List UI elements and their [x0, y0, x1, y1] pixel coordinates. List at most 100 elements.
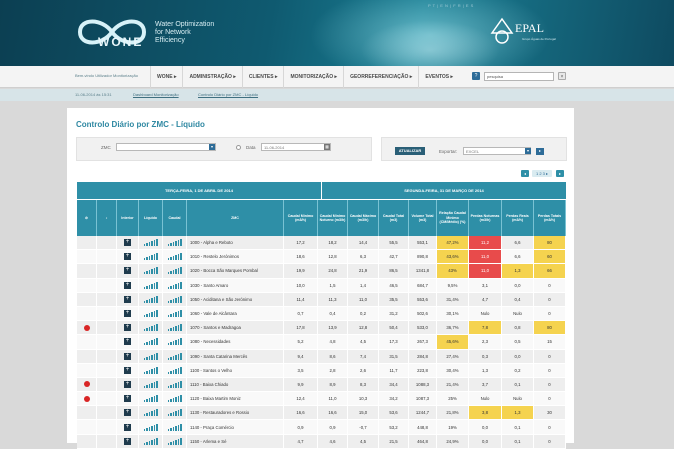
language-links[interactable]: P T | E N | F R | E S — [428, 3, 474, 8]
menu-eventos[interactable]: EVENTOS ▸ — [418, 66, 459, 88]
col-zmc[interactable]: ZMC — [187, 200, 284, 236]
bar-chart-icon[interactable] — [143, 366, 158, 374]
expand-plus-icon[interactable]: + — [124, 366, 131, 374]
bar-chart-icon[interactable] — [143, 380, 158, 388]
bar-chart-icon[interactable] — [167, 338, 182, 346]
table-row[interactable]: +1110 - Baixa Chiado 9,9 8,9 8,3 34,4 1088,3 2… — [77, 377, 566, 393]
date-radio[interactable] — [236, 145, 241, 150]
pager-pages[interactable]: 1 2 3 ▸ — [532, 170, 552, 177]
col-caudal-total[interactable]: Caudal Total (m3) — [379, 200, 409, 236]
bar-chart-icon[interactable] — [143, 295, 158, 303]
table-row[interactable]: +1030 - Santo Amaro 10,0 1,5 1,4 46,5 684,7 9,… — [77, 278, 566, 293]
zmc-name[interactable]: 1010 - Restelo Jerónimos — [187, 250, 284, 264]
zmc-name[interactable]: 1050 - Aciditana e São Jerónimo — [187, 292, 284, 306]
zmc-name[interactable]: 1090 - Santa Catarina Mercês — [187, 349, 284, 363]
date-input[interactable]: 11-06-2014 — [261, 143, 331, 151]
bar-chart-icon[interactable] — [167, 423, 182, 431]
bar-chart-icon[interactable] — [143, 324, 158, 332]
zmc-name[interactable]: 1020 - Bocca São Marques Pombal — [187, 264, 284, 278]
bar-chart-icon[interactable] — [167, 324, 182, 332]
bar-chart-icon[interactable] — [167, 395, 182, 403]
zmc-name[interactable]: 1070 - Santos e Madragoa — [187, 321, 284, 335]
bar-chart-icon[interactable] — [167, 352, 182, 360]
bar-chart-icon[interactable] — [167, 253, 182, 261]
col-perdas-totais[interactable]: Perdas Totais (m3/h) — [534, 200, 566, 236]
bar-chart-icon[interactable] — [167, 239, 182, 247]
help-icon[interactable]: ? — [472, 72, 480, 80]
table-row[interactable]: +1000 - Alpha e Reboto 17,2 18,2 14,4 55,5 55… — [77, 236, 566, 251]
col-caudal-maximo[interactable]: Caudal Máximo (m3/h) — [348, 200, 379, 236]
table-row[interactable]: +1130 - Restauradores e Rossio 16,6 16,6 15… — [77, 406, 566, 421]
expand-plus-icon[interactable]: + — [124, 295, 131, 303]
breadcrumb-dashboard[interactable]: Dashboard Monitorização — [133, 92, 179, 97]
expand-plus-icon[interactable]: + — [124, 338, 131, 346]
bar-chart-icon[interactable] — [143, 239, 158, 247]
table-row[interactable]: +1070 - Santos e Madragoa 17,8 13,9 12,8 50,… — [77, 321, 566, 336]
bar-chart-icon[interactable] — [143, 395, 158, 403]
expand-plus-icon[interactable]: + — [124, 352, 131, 360]
zmc-name[interactable]: 1100 - Santos o Velho — [187, 363, 284, 377]
menu-administracao[interactable]: ADMINISTRAÇÃO ▸ — [182, 66, 241, 88]
zmc-name[interactable]: 1000 - Alpha e Reboto — [187, 236, 284, 250]
table-row[interactable]: +1150 - Arlema e Sé 4,7 4,6 4,5 21,5 464,8 24,… — [77, 434, 566, 449]
zmc-name[interactable]: 1060 - Vale de Alcântara — [187, 306, 284, 321]
zmc-name[interactable]: 1120 - Baixa Martim Moniz — [187, 392, 284, 406]
table-row[interactable]: +1100 - Santos o Velho 3,5 2,8 2,6 11,7 223,8… — [77, 363, 566, 378]
expand-plus-icon[interactable]: + — [124, 437, 131, 445]
export-go-button[interactable]: ▸ — [536, 148, 544, 155]
breadcrumb-current[interactable]: Controlo Diário por ZMC - Líquido — [198, 92, 258, 97]
bar-chart-icon[interactable] — [143, 437, 158, 445]
bar-chart-icon[interactable] — [143, 338, 158, 346]
chevron-down-icon[interactable]: ▾ — [525, 148, 531, 154]
chevron-down-icon[interactable]: ▾ — [209, 144, 215, 150]
bar-chart-icon[interactable] — [143, 423, 158, 431]
table-row[interactable]: +1090 - Santa Catarina Mercês 9,4 8,6 7,4 31… — [77, 349, 566, 364]
zmc-name[interactable]: 1030 - Santo Amaro — [187, 278, 284, 292]
expand-plus-icon[interactable]: + — [124, 423, 131, 431]
table-row[interactable]: +1020 - Bocca São Marques Pombal 19,9 24,8… — [77, 264, 566, 279]
col-caudal[interactable]: Caudal — [163, 200, 187, 236]
bar-chart-icon[interactable] — [167, 380, 182, 388]
col-relacao[interactable]: Relação Caudal Mínimo (CM/Médio) (%) — [437, 200, 469, 236]
col-caudal-noturno[interactable]: Caudal Mínimo Noturno (m3/h) — [318, 200, 348, 236]
col-interior[interactable]: Interior — [117, 200, 139, 236]
menu-monitorizacao[interactable]: MONITORIZAÇÃO ▸ — [283, 66, 343, 88]
col-volume-total[interactable]: Volume Total (m3) — [409, 200, 437, 236]
bar-chart-icon[interactable] — [143, 253, 158, 261]
table-row[interactable]: +1050 - Aciditana e São Jerónimo 11,4 11,3… — [77, 292, 566, 307]
bar-chart-icon[interactable] — [167, 267, 182, 275]
bar-chart-icon[interactable] — [167, 310, 182, 318]
menu-wone[interactable]: WONE ▸ — [150, 66, 182, 88]
pager-next[interactable]: ▸ — [556, 170, 564, 177]
table-row[interactable]: +1010 - Restelo Jerónimos 18,6 12,8 6,3 42,7… — [77, 250, 566, 265]
zmc-name[interactable]: 1110 - Baixa Chiado — [187, 377, 284, 392]
zmc-name[interactable]: 1080 - Necessidades — [187, 335, 284, 349]
bar-chart-icon[interactable] — [167, 295, 182, 303]
expand-plus-icon[interactable]: + — [124, 281, 131, 289]
bar-chart-icon[interactable] — [143, 267, 158, 275]
col-perdas-noturnas[interactable]: Perdas Noturnas (m3/h) — [469, 200, 502, 236]
search-input[interactable]: pesquisa — [484, 72, 554, 81]
bar-chart-icon[interactable] — [167, 281, 182, 289]
col-caudal-minimo[interactable]: Caudal Mínimo (m3/h) — [284, 200, 318, 236]
bar-chart-icon[interactable] — [167, 409, 182, 417]
bar-chart-icon[interactable] — [143, 310, 158, 318]
expand-plus-icon[interactable]: + — [124, 324, 131, 332]
wone-logo-icon[interactable] — [72, 10, 152, 58]
expand-plus-icon[interactable]: + — [124, 310, 131, 318]
bar-chart-icon[interactable] — [167, 366, 182, 374]
update-button[interactable]: ATUALIZAR — [395, 147, 425, 155]
expand-plus-icon[interactable]: + — [124, 253, 131, 261]
bar-chart-icon[interactable] — [143, 409, 158, 417]
zmc-name[interactable]: 1130 - Restauradores e Rossio — [187, 406, 284, 420]
bar-chart-icon[interactable] — [143, 352, 158, 360]
table-row[interactable]: +1080 - Necessidades 5,2 4,8 4,5 17,3 267,3 45… — [77, 335, 566, 350]
menu-georreferenciacao[interactable]: GEORREFERENCIAÇÃO ▸ — [343, 66, 418, 88]
table-row[interactable]: +1060 - Vale de Alcântara 0,7 0,4 0,2 31,2 50… — [77, 306, 566, 322]
expand-plus-icon[interactable]: + — [124, 267, 131, 275]
expand-plus-icon[interactable]: + — [124, 239, 131, 247]
expand-plus-icon[interactable]: + — [124, 380, 131, 388]
expand-plus-icon[interactable]: + — [124, 395, 131, 403]
menu-clientes[interactable]: CLIENTES ▸ — [241, 66, 284, 88]
calendar-icon[interactable]: ▦ — [324, 144, 330, 150]
